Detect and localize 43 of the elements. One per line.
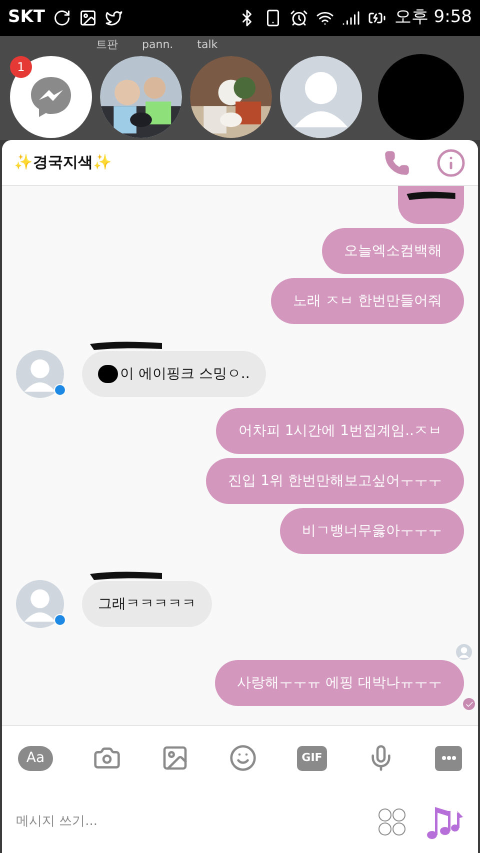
sticker-button[interactable] bbox=[378, 808, 406, 836]
message-bubble: 노래 ㅈㅂ 한번만들어줘 bbox=[271, 278, 464, 324]
info-button[interactable] bbox=[436, 148, 466, 178]
avatar-icon bbox=[16, 350, 64, 398]
gallery-button[interactable] bbox=[161, 744, 189, 772]
message-field[interactable]: 메시지 쓰기... bbox=[16, 812, 378, 832]
chat-title: ✨경국지색✨ bbox=[14, 152, 113, 174]
carrier-label: SKT bbox=[8, 6, 46, 30]
avatar-icon bbox=[456, 644, 472, 660]
image-icon bbox=[79, 9, 98, 27]
bird-icon bbox=[105, 9, 124, 27]
more-button[interactable] bbox=[435, 746, 462, 770]
text-style-button[interactable]: Aa bbox=[18, 746, 53, 770]
message-text: 그래ㅋㅋㅋㅋㅋ bbox=[98, 594, 196, 614]
message-bubble: 오늘엑소컴백해 bbox=[322, 228, 464, 274]
info-icon bbox=[436, 148, 466, 178]
notification-badge: 1 bbox=[10, 56, 32, 78]
image-icon bbox=[161, 744, 189, 772]
messenger-badge-icon bbox=[54, 614, 66, 626]
avatar-icon bbox=[16, 580, 64, 628]
clock-label: 오후 9:58 bbox=[394, 6, 472, 30]
message-text: 이 에이핑크 스밍ㅇ.. bbox=[120, 364, 250, 384]
sync-icon bbox=[53, 9, 72, 27]
chat-head[interactable] bbox=[10, 56, 92, 138]
emoji-button[interactable] bbox=[229, 744, 257, 772]
wifi-icon bbox=[316, 9, 334, 27]
message-bubble: 어차피 1시간에 1번집계임..ㅈㅂ bbox=[216, 408, 464, 454]
call-button[interactable] bbox=[384, 150, 410, 176]
avatar-icon bbox=[280, 56, 362, 138]
background-text: talk bbox=[197, 37, 218, 53]
smiley-icon bbox=[229, 744, 257, 772]
background-text: 트판 bbox=[96, 37, 118, 53]
messenger-badge-icon bbox=[54, 384, 66, 396]
gif-button[interactable]: GIF bbox=[297, 746, 327, 770]
message-bubble: 비ㄱ뱅너무욿아ㅜㅜㅜ bbox=[280, 508, 464, 554]
faces-icon bbox=[378, 808, 406, 836]
alarm-icon bbox=[290, 9, 308, 27]
background-text: pann. bbox=[142, 37, 174, 53]
message-bubble: 사랑해ㅜㅜㅠ 에핑 대박나ㅠㅜㅜ bbox=[215, 660, 464, 706]
message-bubble: 진입 1위 한번만해보고싶어ㅜㅜㅜ bbox=[206, 458, 464, 504]
more-icon bbox=[442, 756, 456, 760]
signal-icon bbox=[342, 9, 360, 27]
phone-icon bbox=[384, 150, 410, 176]
